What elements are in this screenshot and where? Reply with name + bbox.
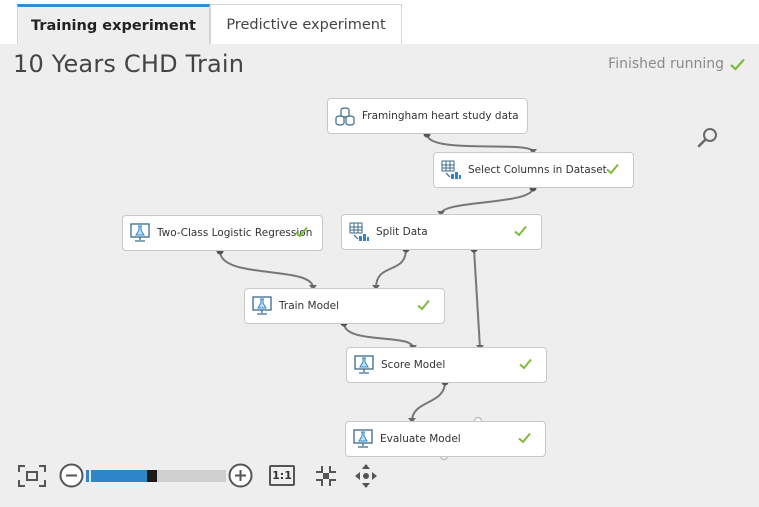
check-icon xyxy=(295,226,308,238)
pan-move-icon[interactable] xyxy=(354,463,378,489)
collapse-view-icon[interactable] xyxy=(314,464,338,488)
check-icon xyxy=(518,432,531,444)
edge-split-to-score xyxy=(473,248,481,349)
node-label: Train Model xyxy=(279,300,340,312)
node-label: Evaluate Model xyxy=(380,433,461,445)
edge-train-to-score xyxy=(343,322,414,349)
search-icon[interactable] xyxy=(697,127,719,149)
node-evaluate-model[interactable]: Evaluate Model xyxy=(345,421,546,457)
edge-split-to-train xyxy=(375,248,407,289)
node-train-model[interactable]: Train Model xyxy=(244,288,445,324)
node-label: Framingham heart study data xyxy=(362,110,519,122)
zoom-slider-fill xyxy=(86,470,149,482)
node-two-class-logistic-regression[interactable]: Two-Class Logistic Regression xyxy=(122,215,323,251)
edge-select-to-split xyxy=(440,187,534,215)
check-icon xyxy=(417,299,430,311)
node-split-data[interactable]: Split Data xyxy=(341,214,542,250)
edge-dataset-to-select xyxy=(426,133,534,153)
check-icon xyxy=(519,358,532,370)
node-select-columns[interactable]: Select Columns in Dataset xyxy=(433,152,634,188)
zoom-slider[interactable] xyxy=(86,470,226,482)
actual-size-button[interactable]: 1:1 xyxy=(269,465,295,486)
check-icon xyxy=(606,163,619,175)
zoom-slider-tick xyxy=(89,470,91,482)
model-screen-icon xyxy=(353,429,373,448)
node-label: Score Model xyxy=(381,359,446,371)
model-screen-icon xyxy=(354,355,374,374)
zoom-in-icon[interactable] xyxy=(228,463,253,488)
node-framingham-dataset[interactable]: Framingham heart study data xyxy=(327,98,528,134)
zoom-out-icon[interactable] xyxy=(59,463,84,488)
dataset-icon xyxy=(335,107,355,126)
model-screen-icon xyxy=(130,223,150,242)
edge-score-to-evaluate xyxy=(411,381,446,422)
zoom-slider-thumb[interactable] xyxy=(147,470,157,482)
edge-regression-to-train xyxy=(219,250,314,289)
model-screen-icon xyxy=(252,296,272,315)
table-transform-icon xyxy=(441,160,461,179)
node-label: Two-Class Logistic Regression xyxy=(157,227,313,239)
node-label: Select Columns in Dataset xyxy=(468,164,607,176)
table-transform-icon xyxy=(349,222,369,241)
fit-to-screen-icon[interactable] xyxy=(18,465,46,487)
check-icon xyxy=(514,225,527,237)
node-label: Split Data xyxy=(376,226,428,238)
node-score-model[interactable]: Score Model xyxy=(346,347,547,383)
